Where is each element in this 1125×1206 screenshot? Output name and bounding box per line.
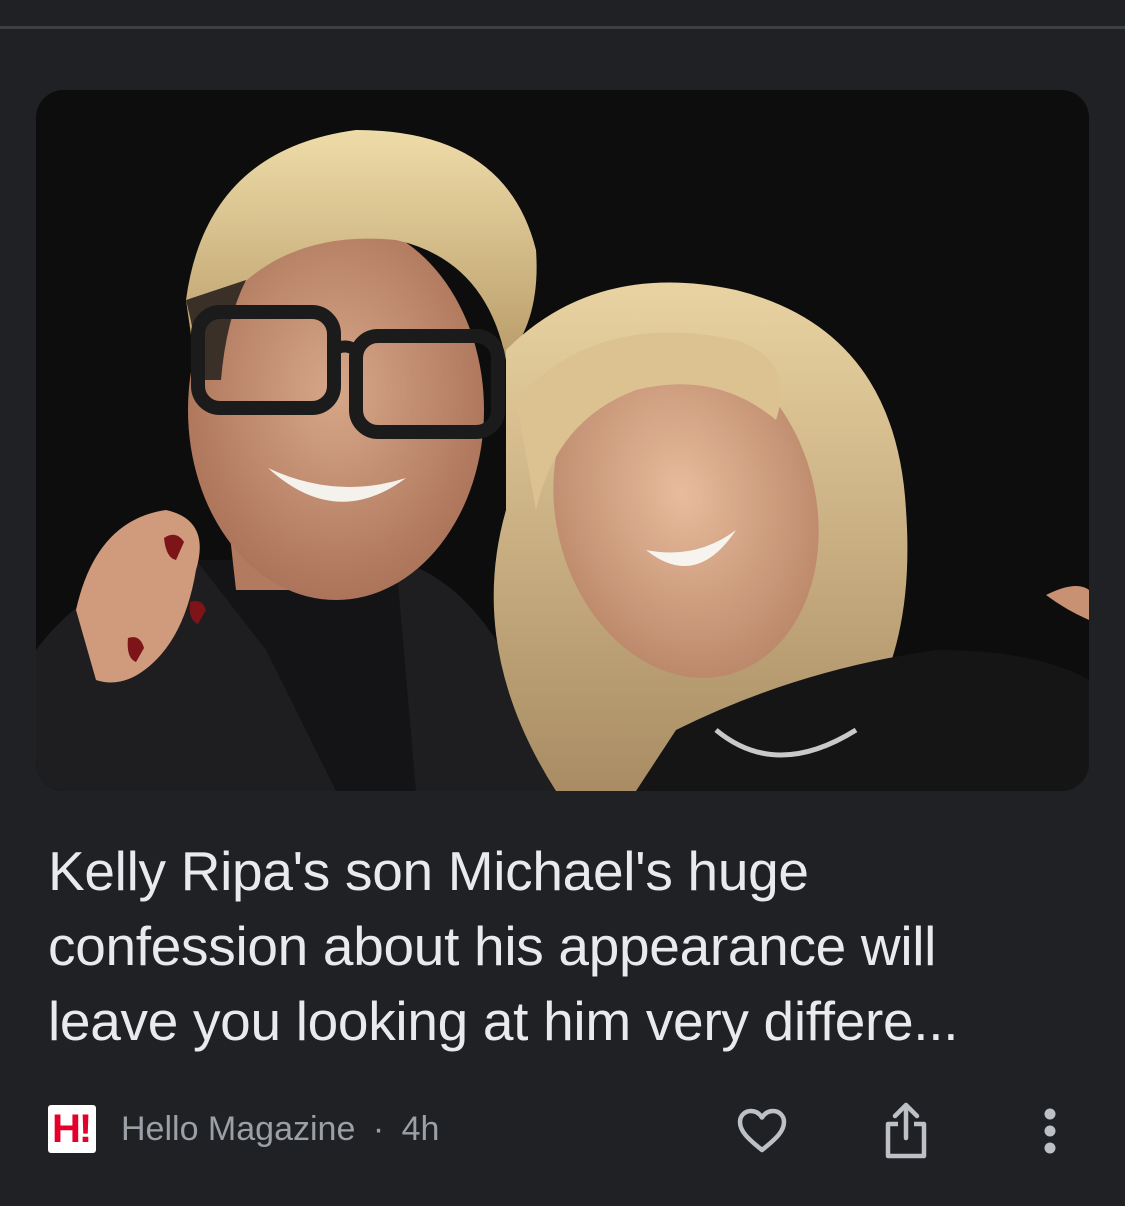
article-age: 4h xyxy=(401,1110,440,1148)
article-footer: H! Hello Magazine · 4h xyxy=(48,1099,1078,1159)
share-button[interactable] xyxy=(874,1099,938,1163)
publisher-logo-text: H! xyxy=(52,1107,92,1151)
heart-icon xyxy=(737,1108,787,1153)
share-icon xyxy=(885,1102,927,1159)
more-vert-icon xyxy=(1044,1108,1056,1154)
more-options-button[interactable] xyxy=(1018,1099,1082,1163)
publisher-name[interactable]: Hello Magazine xyxy=(121,1110,355,1148)
meta-separator: · xyxy=(372,1110,385,1148)
article-photo xyxy=(36,90,1089,791)
article-meta: Hello Magazine · 4h xyxy=(121,1109,439,1149)
article-headline[interactable]: Kelly Ripa's son Michael's huge confessi… xyxy=(48,834,1068,1059)
news-card[interactable]: Kelly Ripa's son Michael's huge confessi… xyxy=(0,29,1125,1206)
article-image[interactable] xyxy=(36,90,1089,791)
publisher-logo: H! xyxy=(48,1105,96,1153)
like-button[interactable] xyxy=(730,1099,794,1163)
